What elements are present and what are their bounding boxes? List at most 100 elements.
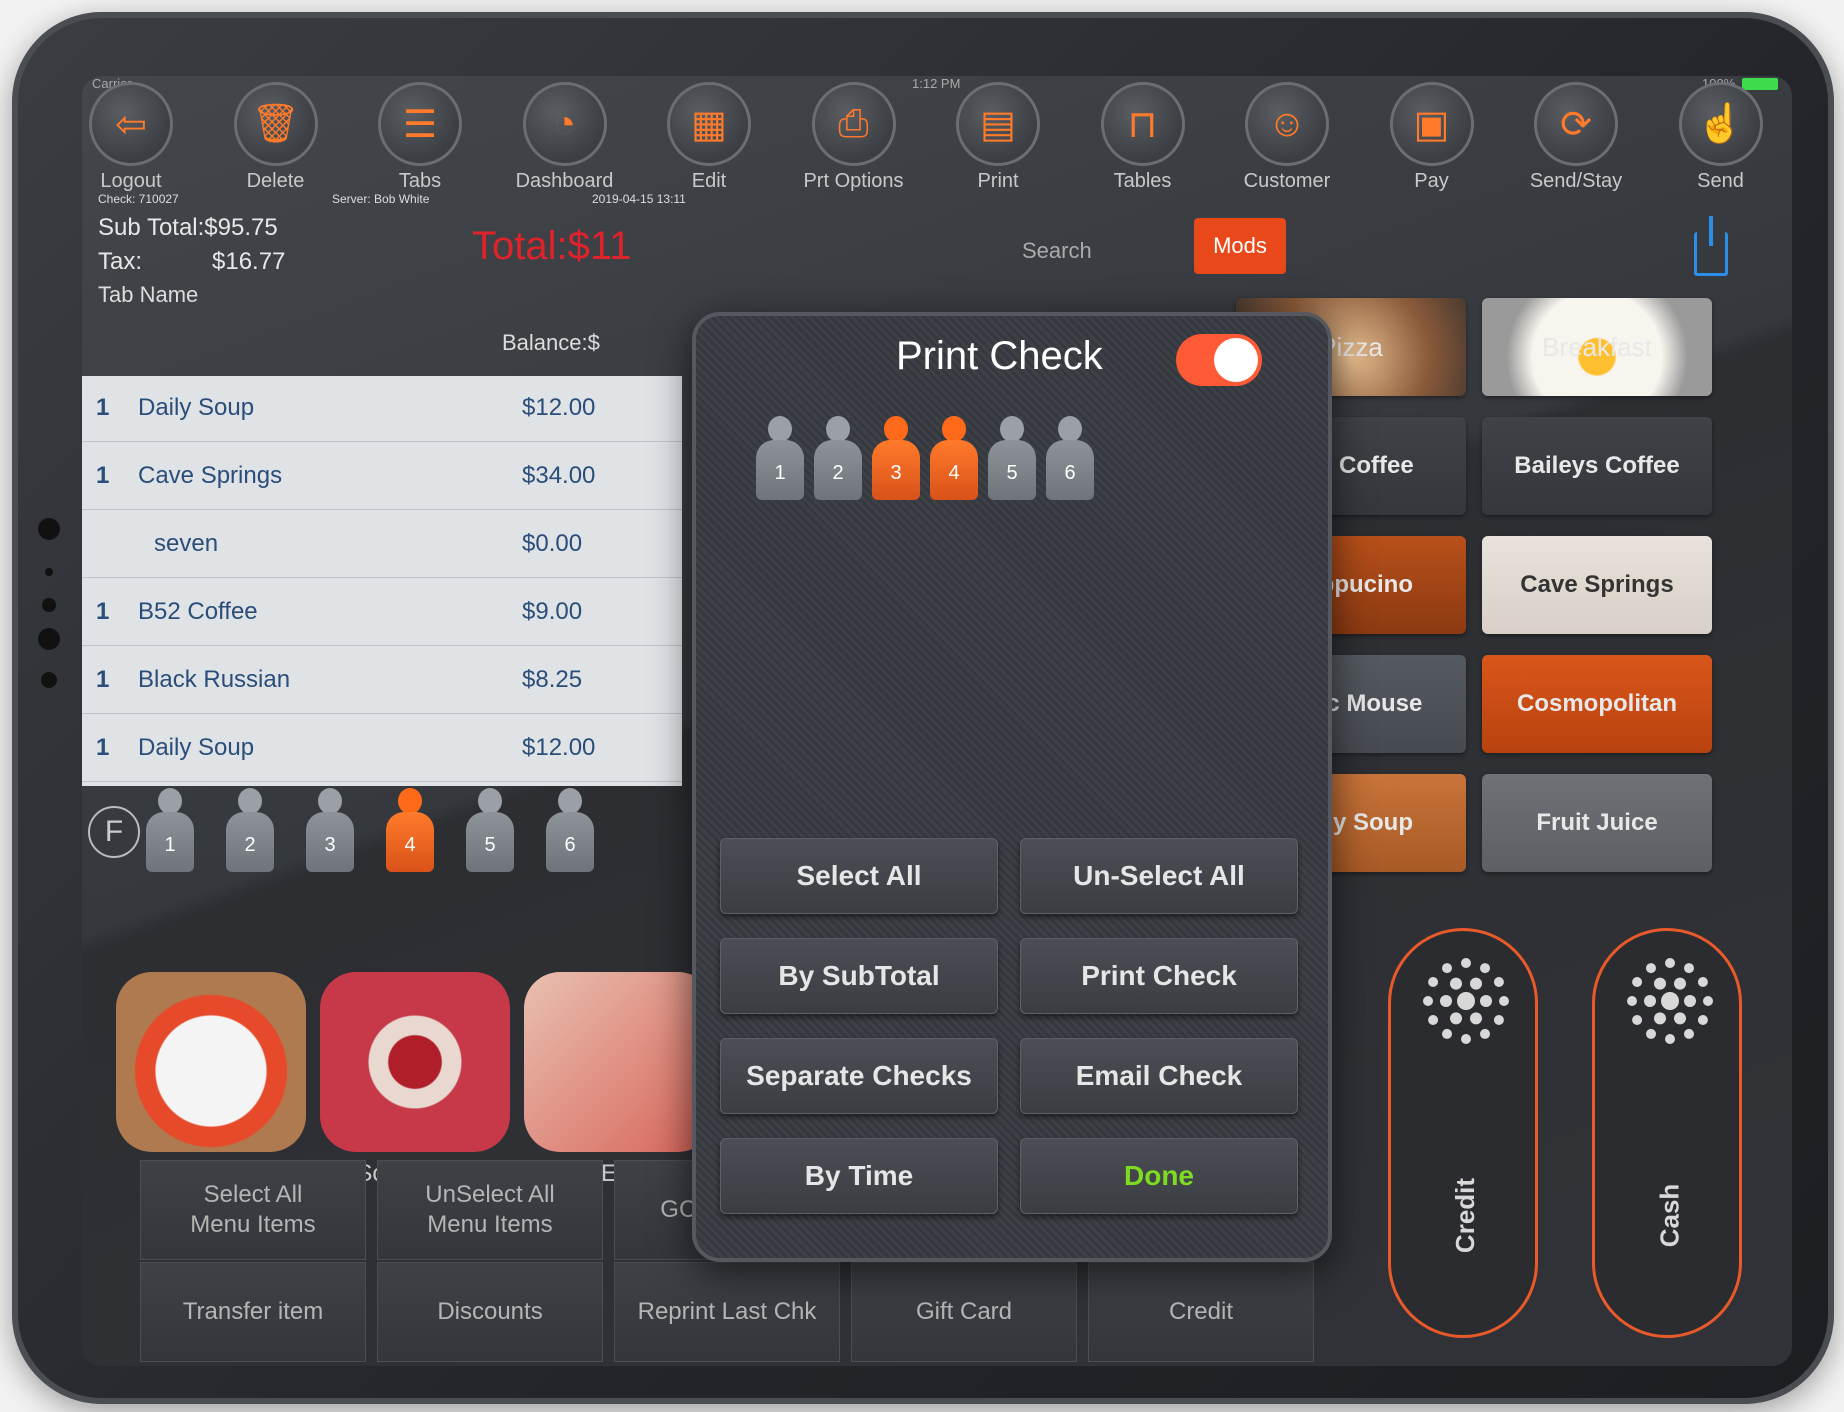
order-row[interactable]: seven $0.00: [82, 512, 682, 578]
seat-2[interactable]: 2: [222, 788, 278, 878]
toolbar-button-edit[interactable]: ▦ Edit: [644, 82, 774, 193]
toolbar-button-logout[interactable]: ⇦ Logout: [82, 82, 196, 193]
dialog-un-select-all-button[interactable]: Un-Select All: [1020, 838, 1298, 914]
toolbar-label: Edit: [691, 170, 727, 192]
edit-icon: ▦: [667, 82, 751, 166]
category-image: [524, 972, 714, 1152]
order-item-name: Daily Soup: [138, 394, 255, 421]
grid-button-unselect-all-menu-items[interactable]: UnSelect All Menu Items: [377, 1160, 603, 1260]
grid-button-gift-card[interactable]: Gift Card: [851, 1262, 1077, 1362]
dialog-seat-5[interactable]: 5: [984, 416, 1040, 506]
seat-6[interactable]: 6: [542, 788, 598, 878]
dialog-seat-4[interactable]: 4: [926, 416, 982, 506]
server-name: Server: Bob White: [332, 192, 430, 206]
grid-button-reprint-last-chk[interactable]: Reprint Last Chk: [614, 1262, 840, 1362]
menu-tile-label: Cave Springs: [1520, 571, 1674, 598]
pay-credit-button[interactable]: Credit: [1388, 928, 1538, 1338]
toolbar-label: Tables: [1113, 170, 1172, 192]
order-row[interactable]: 1 Daily Soup $12.00: [82, 376, 682, 442]
category-soft-drinks[interactable]: Soft Drinks: [320, 972, 510, 1188]
seat-head: [768, 416, 792, 442]
dialog-print-check-button[interactable]: Print Check: [1020, 938, 1298, 1014]
order-item-name: Black Russian: [138, 666, 291, 693]
toolbar-button-delete[interactable]: 🗑 Delete: [211, 82, 341, 193]
grid-button-credit[interactable]: Credit: [1088, 1262, 1314, 1362]
toolbar-button-tabs[interactable]: ☰ Tabs: [355, 82, 485, 193]
order-row[interactable]: 1 Cave Springs $34.00: [82, 444, 682, 510]
order-item-name: Cave Springs: [138, 462, 283, 489]
seat-3[interactable]: 3: [302, 788, 358, 878]
toolbar-button-customer[interactable]: ☺ Customer: [1222, 82, 1352, 193]
category-ent[interactable]: Ent: [524, 972, 714, 1188]
menu-tile-label: Breakfast: [1542, 331, 1652, 362]
grid-button-discounts[interactable]: Discounts: [377, 1262, 603, 1362]
send-stay-icon: ⟳: [1534, 82, 1618, 166]
seat-head: [318, 788, 342, 814]
seat-5[interactable]: 5: [462, 788, 518, 878]
dialog-email-check-button[interactable]: Email Check: [1020, 1038, 1298, 1114]
print-check-dialog: Print Check 1 2 3 4 5 6 Select All Un-Select A…: [692, 312, 1332, 1262]
grid-button-select-all-menu-items[interactable]: Select All Menu Items: [140, 1160, 366, 1260]
dialog-separate-checks-button[interactable]: Separate Checks: [720, 1038, 998, 1114]
toolbar-button-dashboard[interactable]: ◔ Dashboard: [500, 82, 630, 193]
dialog-seat-2[interactable]: 2: [810, 416, 866, 506]
seat-4[interactable]: 4: [382, 788, 438, 878]
pay-label: Credit: [1450, 1177, 1481, 1253]
toolbar-button-send-stay[interactable]: ⟳ Send/Stay: [1511, 82, 1641, 193]
seat-head: [884, 416, 908, 442]
pay-label: Cash: [1654, 1183, 1685, 1247]
seat-number: 1: [774, 462, 786, 484]
seat-number: 3: [324, 834, 336, 856]
sensor-dot: [45, 568, 53, 576]
pay-cash-button[interactable]: Cash: [1592, 928, 1742, 1338]
toolbar-button-prt-options[interactable]: ⎙ Prt Options: [789, 82, 919, 193]
toolbar-label: Pay: [1414, 170, 1449, 192]
seat-number: 5: [484, 834, 496, 856]
seat-number: 5: [1006, 462, 1018, 484]
order-item-price: $8.25: [522, 666, 583, 693]
pay-icon: ▣: [1389, 82, 1474, 166]
future-seat-button[interactable]: F: [88, 806, 140, 858]
order-row[interactable]: 1 B52 Coffee $9.00: [82, 580, 682, 646]
order-item-price: $0.00: [522, 530, 583, 557]
dialog-seat-3[interactable]: 3: [868, 416, 924, 506]
pay-label-wrap: Cash: [1595, 1155, 1745, 1275]
tablet-frame: Carrier 1:12 PM 100% ⇦Logout🗑Delete☰Tabs…: [12, 12, 1834, 1404]
total: Total:$11: [472, 224, 632, 268]
toolbar-button-pay[interactable]: ▣ Pay: [1367, 82, 1497, 193]
dialog-seat-1[interactable]: 1: [752, 416, 808, 506]
toolbar-label: Dashboard: [515, 170, 614, 192]
dialog-seat-6[interactable]: 6: [1042, 416, 1098, 506]
dialog-by-time-button[interactable]: By Time: [720, 1138, 998, 1214]
menu-tile-breakfast[interactable]: Breakfast: [1482, 298, 1712, 396]
order-list: 1 Daily Soup $12.00 1 Cave Springs $34.00 seve…: [82, 376, 682, 786]
menu-tile-cosmopolitan[interactable]: Cosmopolitan: [1482, 655, 1712, 753]
toolbar-label: Customer: [1243, 170, 1331, 192]
seat-number: 4: [948, 462, 960, 484]
menu-tile-fruit-juice[interactable]: Fruit Juice: [1482, 774, 1712, 872]
menu-tile-baileys-coffee[interactable]: Baileys Coffee: [1482, 417, 1712, 515]
order-row[interactable]: 1 Black Russian $8.25: [82, 648, 682, 714]
menu-tile-label: Fruit Juice: [1536, 809, 1658, 836]
seat-1[interactable]: 1: [142, 788, 198, 878]
mods-button[interactable]: Mods: [1194, 218, 1286, 274]
grid-button-transfer-item[interactable]: Transfer item: [140, 1262, 366, 1362]
toolbar-button-print[interactable]: ▤ Print: [933, 82, 1063, 193]
toolbar-button-send[interactable]: ☝ Send: [1656, 82, 1786, 193]
menu-tile-label: Baileys Coffee: [1514, 452, 1680, 479]
print-toggle[interactable]: [1176, 334, 1262, 386]
category-food[interactable]: Food: [116, 972, 306, 1188]
share-icon[interactable]: [1694, 216, 1728, 276]
toolbar-button-tables[interactable]: ⊓ Tables: [1078, 82, 1208, 193]
seat-head: [826, 416, 850, 442]
toolbar-label: Send: [1697, 170, 1744, 192]
search-label[interactable]: Search: [1022, 238, 1092, 264]
dialog-done-button[interactable]: Done: [1020, 1138, 1298, 1214]
customer-icon: ☺: [1245, 82, 1329, 166]
dashboard-icon: ◔: [522, 82, 607, 166]
order-row[interactable]: 1 Daily Soup $12.00: [82, 716, 682, 782]
dialog-by-subtotal-button[interactable]: By SubTotal: [720, 938, 998, 1014]
menu-tile-cave-springs[interactable]: Cave Springs: [1482, 536, 1712, 634]
toolbar-label: Print: [977, 170, 1019, 192]
dialog-select-all-button[interactable]: Select All: [720, 838, 998, 914]
